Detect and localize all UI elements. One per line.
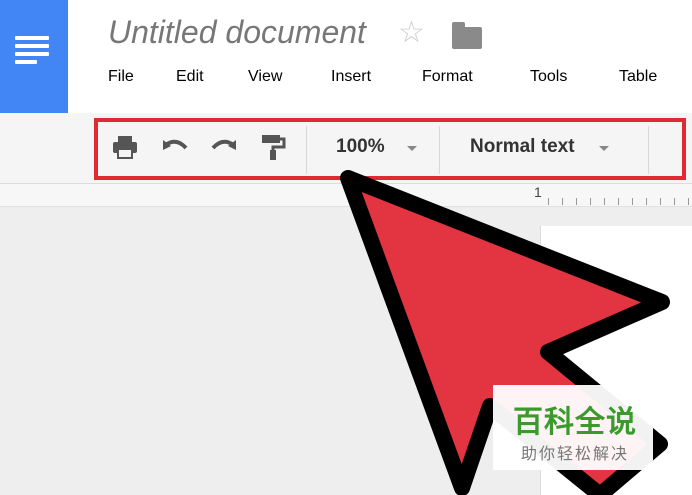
watermark: 百科全说 助你轻松解决: [493, 385, 653, 470]
watermark-subtitle: 助你轻松解决: [521, 444, 630, 463]
watermark-title: 百科全说: [513, 405, 637, 440]
